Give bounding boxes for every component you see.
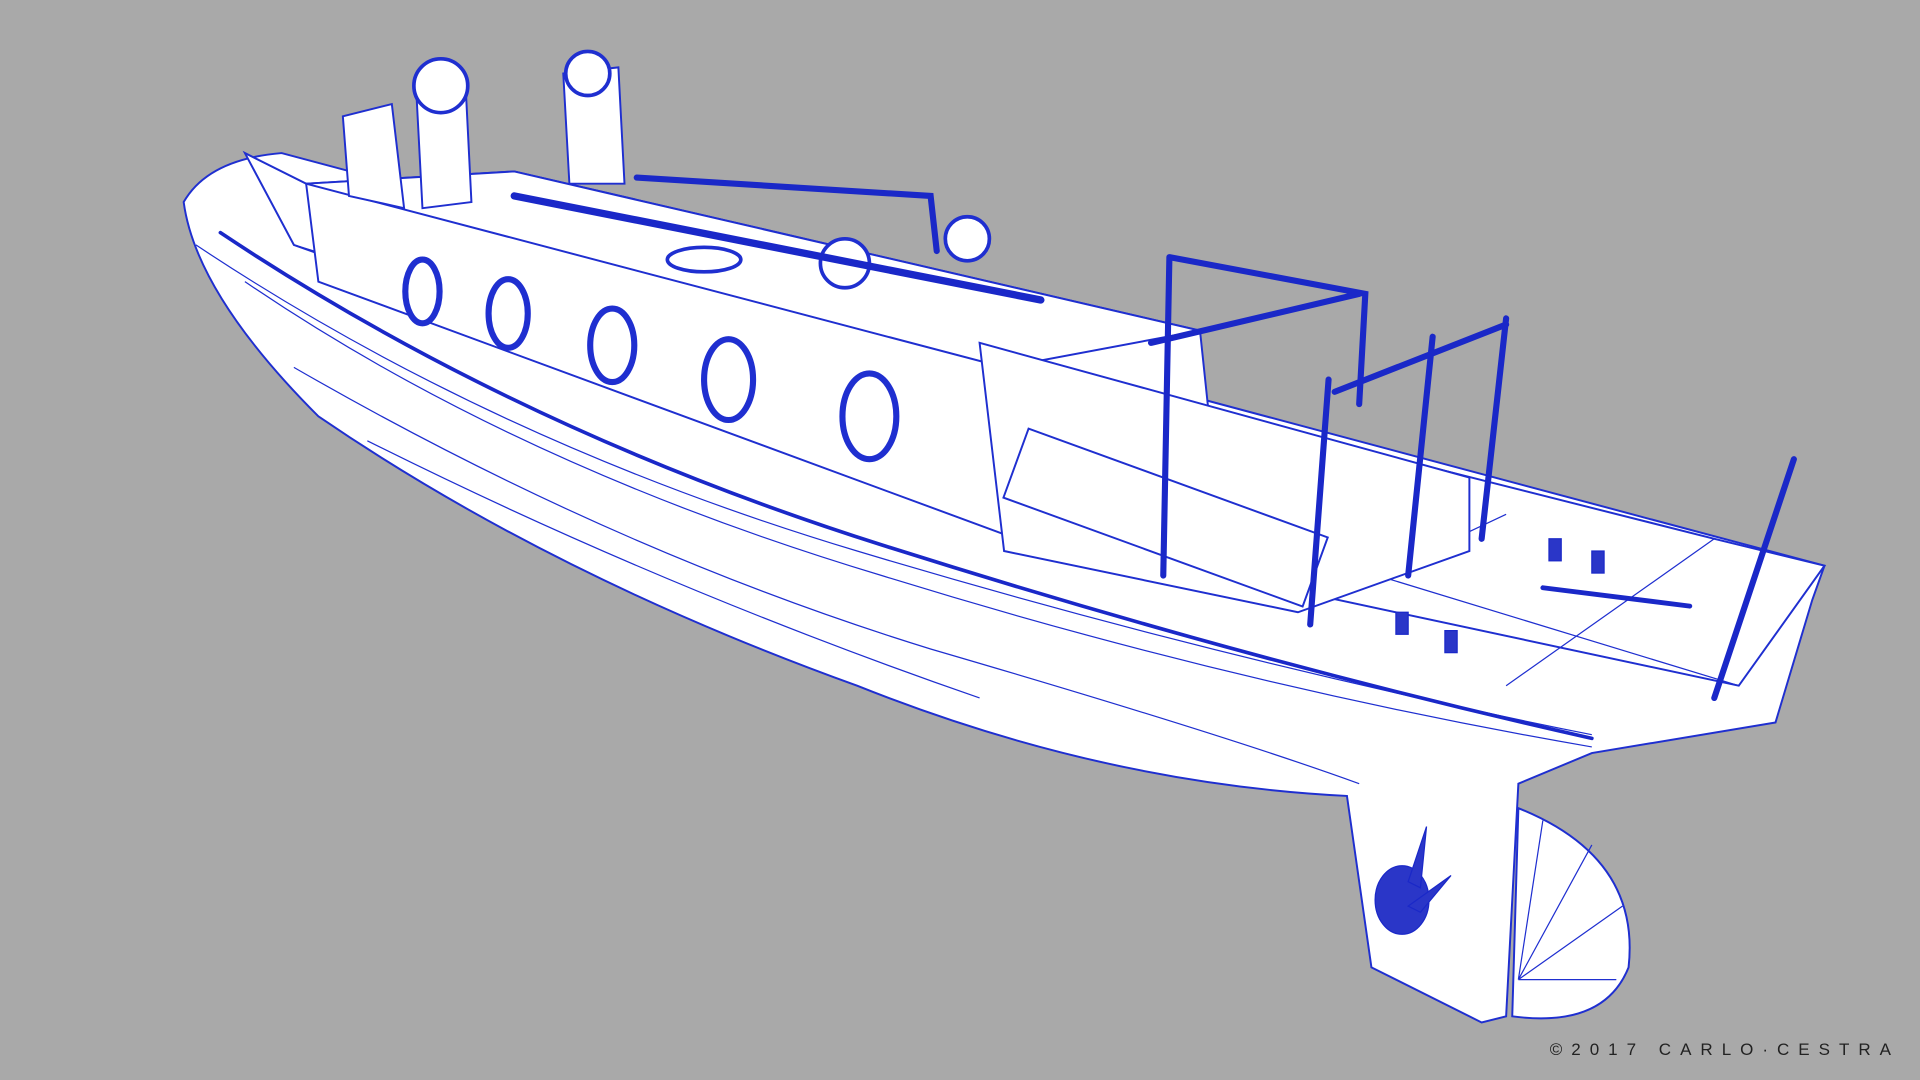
- copyright-credit: ©2017 CARLO·CESTRA: [1549, 1040, 1900, 1059]
- boat-wireframe-render: [182, 49, 1827, 1024]
- rudder: [1511, 806, 1631, 1020]
